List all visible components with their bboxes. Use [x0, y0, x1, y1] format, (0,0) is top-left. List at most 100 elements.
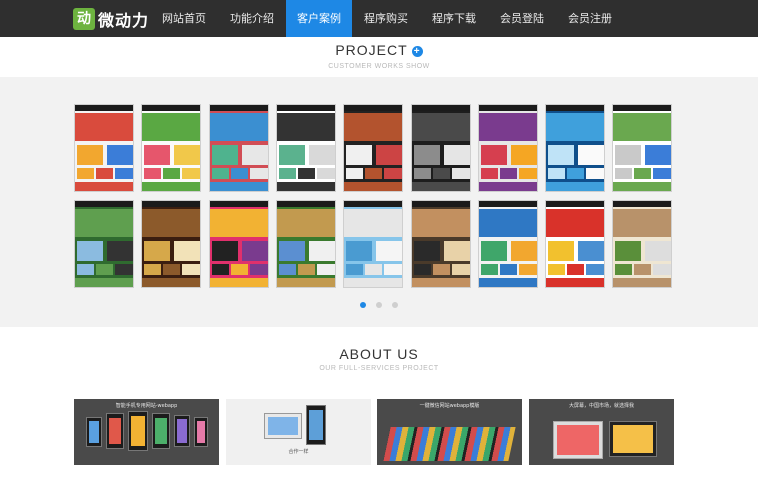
project-thumbnail[interactable]: [477, 104, 538, 192]
thumbnail-block: [548, 145, 575, 165]
project-thumbnail[interactable]: [141, 200, 202, 288]
thumbnail-block: [276, 278, 335, 287]
thumbnail-block: [411, 182, 470, 191]
project-thumbnail[interactable]: [141, 104, 202, 192]
thumbnail-block: [451, 264, 470, 275]
thumbnail-block: [480, 264, 498, 275]
carousel-dot[interactable]: [376, 302, 382, 308]
thumbnail-status-bar: [142, 201, 201, 207]
nav-item-register[interactable]: 会员注册: [556, 0, 624, 37]
nav-item-cases[interactable]: 客户案例: [286, 0, 352, 37]
thumbnail-block: [308, 145, 335, 165]
thumbnail-block: [653, 264, 672, 275]
nav-item-purchase[interactable]: 程序购买: [352, 0, 420, 37]
thumbnail-block: [211, 241, 238, 261]
feature-card[interactable]: 合作一样: [226, 399, 371, 465]
project-thumbnail[interactable]: [410, 200, 471, 288]
thumbnail-status-bar: [613, 201, 672, 207]
thumbnail-block: [365, 168, 383, 179]
thumbnail-block: [384, 264, 403, 275]
thumbnail-status-bar: [142, 105, 201, 111]
thumbnail-block: [142, 278, 201, 287]
thumbnail-block: [578, 241, 605, 261]
top-navbar: 动 微动力 网站首页 功能介绍 客户案例 程序购买 程序下载 会员登陆 会员注册: [0, 0, 758, 37]
project-thumbnail[interactable]: [477, 200, 538, 288]
card-caption: 合作一样: [288, 449, 309, 455]
thumbnail-block: [241, 145, 268, 165]
thumbnail-block: [480, 241, 507, 261]
thumbnail-status-bar: [411, 105, 470, 111]
thumbnail-block: [75, 182, 133, 191]
project-thumbnail[interactable]: [612, 104, 673, 192]
thumbnail-block: [443, 145, 470, 165]
thumbnail-block: [413, 241, 440, 261]
nav-item-download[interactable]: 程序下载: [420, 0, 488, 37]
phone-icon: [152, 413, 170, 449]
thumbnail-block: [75, 278, 133, 287]
thumbnail-block: [645, 241, 672, 261]
thumbnail-block: [432, 168, 450, 179]
carousel-dots: [0, 302, 758, 308]
thumbnail-block: [548, 168, 566, 179]
project-thumbnail[interactable]: [545, 200, 606, 288]
thumbnail-block: [478, 113, 537, 141]
feature-card[interactable]: 一键微信网站webapp模版: [377, 399, 522, 465]
thumbnail-block: [278, 264, 296, 275]
thumbnail-block: [645, 145, 672, 165]
project-thumbnail[interactable]: [208, 104, 269, 192]
phone-icon: [174, 415, 190, 447]
thumbnail-block: [376, 241, 403, 261]
nav-item-home[interactable]: 网站首页: [150, 0, 218, 37]
thumbnail-block: [411, 278, 470, 287]
thumbnail-block: [144, 168, 162, 179]
phone-icon: [128, 411, 148, 451]
thumbnail-block: [510, 145, 537, 165]
thumbnail-block: [344, 182, 403, 191]
thumbnail-block: [174, 241, 201, 261]
thumbnail-status-bar: [546, 105, 605, 111]
project-thumbnail[interactable]: [343, 104, 404, 192]
project-thumbnail[interactable]: [74, 200, 134, 288]
project-thumbnail[interactable]: [343, 200, 404, 288]
carousel-dot[interactable]: [392, 302, 398, 308]
thumbnail-block: [344, 278, 403, 287]
thumbnail-block: [144, 145, 171, 165]
project-thumbnail[interactable]: [275, 104, 336, 192]
thumbnail-block: [499, 264, 517, 275]
thumbnail-block: [316, 264, 335, 275]
phone-icon: [306, 405, 326, 445]
thumbnail-block: [211, 145, 238, 165]
thumbnail-block: [615, 145, 642, 165]
brand-logo[interactable]: 动 微动力: [73, 7, 149, 31]
plus-icon[interactable]: +: [411, 46, 423, 57]
carousel-dot[interactable]: [360, 302, 366, 308]
thumbnail-block: [316, 168, 335, 179]
thumbnail-block: [376, 145, 403, 165]
thumbnail-block: [77, 264, 94, 275]
app-tiles: [383, 427, 516, 461]
nav-item-features[interactable]: 功能介绍: [218, 0, 286, 37]
nav-item-login[interactable]: 会员登陆: [488, 0, 556, 37]
thumbnail-block: [209, 278, 268, 287]
feature-card[interactable]: 智能手机专用网站-webapp: [74, 399, 219, 465]
thumbnail-block: [451, 168, 470, 179]
thumbnail-block: [211, 264, 229, 275]
thumbnail-block: [144, 264, 162, 275]
thumbnail-status-bar: [75, 201, 133, 207]
card-caption: 大屏幕，中国市场，就选择我: [568, 403, 634, 409]
feature-card[interactable]: 大屏幕，中国市场，就选择我: [529, 399, 674, 465]
project-thumbnail[interactable]: [74, 104, 134, 192]
project-thumbnail[interactable]: [612, 200, 673, 288]
project-thumbnail[interactable]: [275, 200, 336, 288]
phone-icon: [86, 417, 102, 447]
thumbnail-block: [344, 113, 403, 141]
thumbnail-block: [615, 241, 642, 261]
thumbnail-block: [615, 168, 633, 179]
thumbnail-status-bar: [276, 201, 335, 207]
project-thumbnail[interactable]: [545, 104, 606, 192]
thumbnail-block: [142, 209, 201, 237]
project-thumbnail[interactable]: [208, 200, 269, 288]
project-thumbnail[interactable]: [410, 104, 471, 192]
thumbnail-status-bar: [209, 201, 268, 207]
phone-icon: [194, 417, 208, 447]
